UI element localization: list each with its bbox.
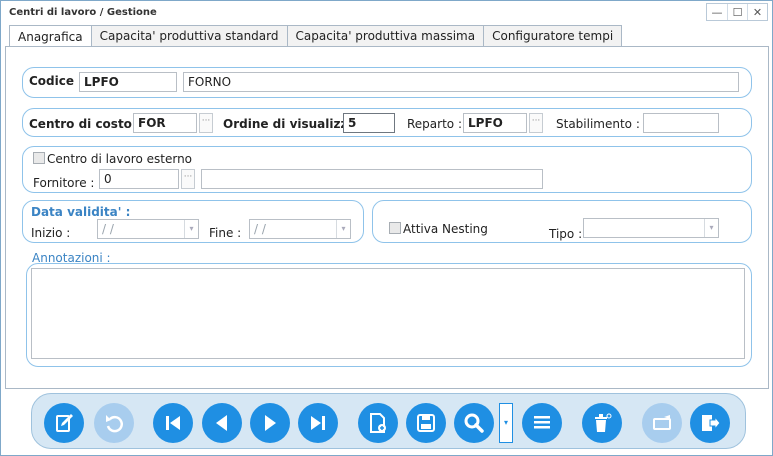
- fine-dropdown-icon[interactable]: ▾: [336, 220, 350, 238]
- list-button[interactable]: [522, 403, 562, 443]
- first-record-button[interactable]: [153, 403, 193, 443]
- reparto-label: Reparto :: [407, 117, 462, 131]
- window-controls: — ☐ ✕: [706, 3, 768, 21]
- search-dropdown-button[interactable]: ▾: [499, 403, 513, 443]
- edit-button[interactable]: [44, 403, 84, 443]
- last-icon: [311, 416, 325, 430]
- validita-title: Data validita' :: [31, 205, 131, 219]
- centro-costo-field[interactable]: FOR: [133, 113, 197, 133]
- centro-esterno-checkbox[interactable]: [33, 152, 45, 164]
- stabilimento-field[interactable]: [643, 113, 719, 133]
- tab-configuratore-tempi[interactable]: Configuratore tempi: [484, 25, 623, 47]
- tab-capacita-standard[interactable]: Capacita' produttiva standard: [91, 25, 288, 47]
- undo-icon: [106, 415, 123, 433]
- tab-anagrafica[interactable]: Anagrafica: [9, 25, 92, 48]
- stabilimento-label: Stabilimento :: [556, 117, 640, 131]
- attiva-nesting-checkbox[interactable]: [389, 222, 401, 234]
- next-record-button[interactable]: [250, 403, 290, 443]
- delete-icon: [595, 413, 612, 432]
- search-icon: [464, 413, 484, 433]
- undo-button[interactable]: [94, 403, 134, 443]
- tipo-select[interactable]: ▾: [583, 218, 719, 238]
- save-icon: [417, 414, 435, 432]
- annotazioni-group: [26, 263, 752, 367]
- inizio-date-value: / /: [102, 222, 114, 236]
- previous-record-button[interactable]: [202, 403, 242, 443]
- costo-group: Centro di costo : FOR ··· Ordine di visu…: [22, 108, 752, 137]
- list-icon: [534, 416, 550, 429]
- ordine-label: Ordine di visualizz. :: [223, 117, 362, 131]
- inizio-label: Inizio :: [31, 226, 71, 240]
- centro-costo-label: Centro di costo :: [29, 117, 141, 131]
- next-icon: [265, 415, 276, 431]
- fornitore-label: Fornitore :: [33, 176, 95, 190]
- codice-code-field[interactable]: LPFO: [79, 72, 177, 92]
- fornitore-description-field[interactable]: [201, 169, 543, 189]
- validita-group: Data validita' : Inizio : / / ▾ Fine : /…: [22, 200, 364, 243]
- attiva-nesting-label: Attiva Nesting: [403, 222, 488, 236]
- print-icon: [653, 415, 671, 430]
- window-title: Centri di lavoro / Gestione: [9, 7, 157, 18]
- codice-description-field[interactable]: FORNO: [183, 72, 739, 92]
- tab-capacita-massima[interactable]: Capacita' produttiva massima: [287, 25, 485, 47]
- delete-button[interactable]: [582, 403, 622, 443]
- maximize-button[interactable]: ☐: [727, 4, 747, 20]
- annotazioni-textarea[interactable]: [31, 268, 745, 359]
- first-icon: [166, 416, 180, 430]
- fine-label: Fine :: [209, 226, 242, 240]
- tipo-dropdown-icon[interactable]: ▾: [704, 219, 718, 237]
- bottom-toolbar: ▾: [31, 393, 746, 449]
- codice-label: Codice :: [29, 74, 83, 88]
- esterno-group: Centro di lavoro esterno Fornitore : 0 ·…: [22, 146, 752, 193]
- previous-icon: [216, 415, 227, 431]
- fornitore-lookup-button[interactable]: ···: [181, 169, 195, 189]
- main-window: Centri di lavoro / Gestione — ☐ ✕ Anagra…: [0, 0, 773, 456]
- exit-icon: [702, 415, 721, 431]
- save-button[interactable]: [406, 403, 446, 443]
- inizio-dropdown-icon[interactable]: ▾: [184, 220, 198, 238]
- new-record-button[interactable]: [358, 403, 398, 443]
- tipo-label: Tipo :: [549, 227, 583, 241]
- reparto-lookup-button[interactable]: ···: [529, 113, 543, 133]
- close-button[interactable]: ✕: [747, 4, 767, 20]
- last-record-button[interactable]: [298, 403, 338, 443]
- reparto-field[interactable]: LPFO: [463, 113, 527, 133]
- inizio-date-field[interactable]: / / ▾: [97, 219, 199, 239]
- search-button[interactable]: [454, 403, 494, 443]
- minimize-button[interactable]: —: [707, 4, 727, 20]
- fine-date-value: / /: [254, 222, 266, 236]
- fornitore-code-field[interactable]: 0: [99, 169, 179, 189]
- title-bar: Centri di lavoro / Gestione — ☐ ✕: [1, 1, 772, 23]
- codice-group: Codice : LPFO FORNO: [22, 67, 752, 98]
- tab-strip: Anagrafica Capacita' produttiva standard…: [9, 25, 623, 48]
- fine-date-field[interactable]: / / ▾: [249, 219, 351, 239]
- nesting-group: Attiva Nesting Tipo : ▾: [372, 200, 752, 243]
- tab-content: Codice : LPFO FORNO Centro di costo : FO…: [5, 46, 769, 389]
- exit-button[interactable]: [690, 403, 730, 443]
- new-document-icon: [370, 413, 386, 433]
- ordine-field[interactable]: 5: [343, 113, 395, 133]
- edit-icon: [56, 414, 73, 432]
- print-button[interactable]: [642, 403, 682, 443]
- centro-costo-lookup-button[interactable]: ···: [199, 113, 213, 133]
- centro-esterno-label: Centro di lavoro esterno: [47, 152, 193, 166]
